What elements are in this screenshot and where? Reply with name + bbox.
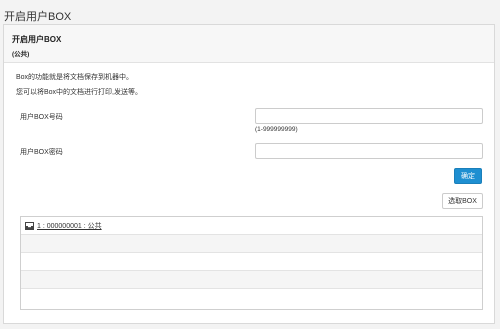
inbox-icon	[25, 222, 34, 230]
box-number-label: 用户BOX号码	[20, 114, 63, 121]
box-number-input[interactable]	[255, 108, 483, 124]
box-number-hint: (1-999999999)	[255, 126, 298, 133]
select-box-button[interactable]: 选取BOX	[442, 193, 483, 209]
list-item	[21, 289, 482, 307]
panel-header: 开启用户BOX (公共)	[4, 25, 494, 63]
box-password-label: 用户BOX密码	[20, 149, 63, 156]
list-item	[21, 271, 482, 289]
page-title: 开启用户BOX	[4, 8, 71, 24]
list-item	[21, 253, 482, 271]
description-line-1: Box的功能就是将文档保存到机器中。	[16, 74, 134, 81]
box-list: 1 : 000000001 : 公共	[20, 216, 483, 310]
panel-header-subtitle: (公共)	[12, 51, 30, 58]
page-title-text: 开启用户BOX	[4, 11, 72, 23]
box-password-input[interactable]	[255, 143, 483, 159]
confirm-button[interactable]: 确定	[454, 168, 482, 184]
open-user-box-panel: 开启用户BOX (公共) Box的功能就是将文档保存到机器中。 您可以将Box中…	[3, 24, 495, 324]
description-line-2: 您可以将Box中的文档进行打印,发送等。	[16, 89, 143, 96]
list-item	[21, 235, 482, 253]
list-item[interactable]: 1 : 000000001 : 公共	[21, 217, 482, 235]
box-list-entry[interactable]: 1 : 000000001 : 公共	[25, 221, 102, 231]
panel-header-title: 开启用户BOX	[12, 35, 62, 44]
box-list-entry-label[interactable]: 1 : 000000001 : 公共	[37, 221, 102, 231]
